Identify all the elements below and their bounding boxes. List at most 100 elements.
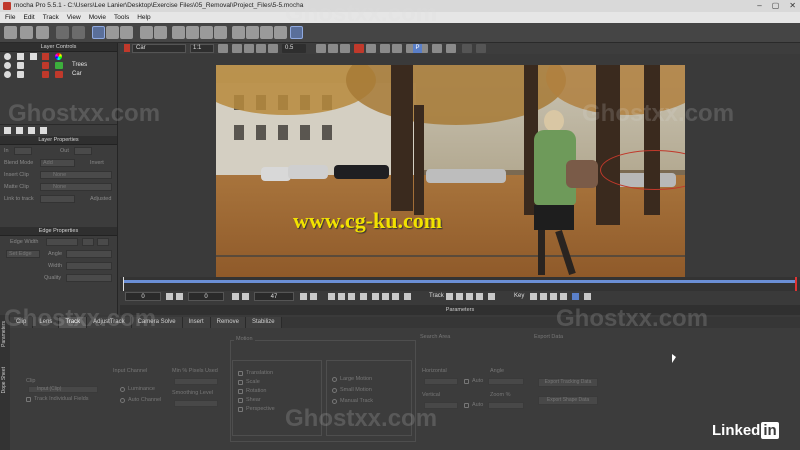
- next-key-icon[interactable]: [560, 293, 567, 300]
- track-view-icon[interactable]: [380, 44, 390, 53]
- out-point-marker[interactable]: [795, 277, 797, 291]
- fit-view-icon[interactable]: [218, 44, 228, 53]
- rectangle-spline-icon[interactable]: [260, 26, 273, 39]
- out-field[interactable]: [74, 147, 92, 155]
- perspective-checkbox[interactable]: [238, 407, 243, 412]
- eye-icon[interactable]: [4, 71, 11, 78]
- track-step-forward-icon[interactable]: [466, 293, 473, 300]
- layer-row-trees[interactable]: Trees: [0, 61, 117, 70]
- first-frame-icon[interactable]: [328, 293, 335, 300]
- track-forward-icon[interactable]: [476, 293, 483, 300]
- horizontal-field[interactable]: [424, 378, 458, 385]
- menu-movie[interactable]: Movie: [89, 12, 106, 23]
- grid-red-icon[interactable]: [354, 44, 364, 53]
- horizontal-auto-checkbox[interactable]: [464, 379, 469, 384]
- freehand-spline-icon[interactable]: [246, 26, 259, 39]
- set-in-icon[interactable]: [166, 293, 173, 300]
- step-back-icon[interactable]: [348, 293, 355, 300]
- tab-remove[interactable]: Remove: [210, 317, 246, 328]
- auto-channel-radio[interactable]: [120, 398, 125, 403]
- stop-icon[interactable]: [360, 293, 367, 300]
- track-range-icon[interactable]: [488, 293, 495, 300]
- angle-field[interactable]: [66, 250, 112, 258]
- snap-icon[interactable]: [300, 293, 307, 300]
- prev-key-icon[interactable]: [530, 293, 537, 300]
- trace-icon[interactable]: [392, 44, 402, 53]
- save-project-icon[interactable]: [36, 26, 49, 39]
- layer-color-swatch[interactable]: [55, 71, 63, 78]
- matte-clip-select[interactable]: None: [40, 183, 112, 191]
- magnetic-spline-icon[interactable]: [232, 26, 245, 39]
- add-key-icon[interactable]: [540, 293, 547, 300]
- timeline-range-bar[interactable]: [123, 280, 797, 283]
- layer-color-swatch[interactable]: [55, 62, 63, 69]
- create-xspline-icon[interactable]: [172, 26, 185, 39]
- select-all-tool-icon[interactable]: [120, 26, 133, 39]
- angle-field[interactable]: [488, 378, 524, 385]
- zoom-select[interactable]: 1:1: [190, 44, 214, 53]
- rotation-checkbox[interactable]: [238, 389, 243, 394]
- in-field[interactable]: [14, 147, 32, 155]
- small-motion-radio[interactable]: [332, 388, 337, 393]
- opacity-field[interactable]: 0.5: [282, 44, 306, 53]
- last-frame-icon[interactable]: [392, 293, 399, 300]
- hand-tool-icon[interactable]: [140, 26, 153, 39]
- go-out-icon[interactable]: [242, 293, 249, 300]
- edge-width-field[interactable]: [46, 238, 78, 246]
- surface-icon[interactable]: [340, 44, 350, 53]
- lock-icon[interactable]: [42, 62, 49, 69]
- delete-layer-icon[interactable]: [40, 127, 47, 134]
- maximize-button[interactable]: ▢: [772, 0, 780, 12]
- dope-sheet-side-tab[interactable]: Dope Sheet: [1, 367, 9, 393]
- tab-stabilize[interactable]: Stabilize: [245, 317, 282, 328]
- menu-view[interactable]: View: [67, 12, 81, 23]
- loop-icon[interactable]: [404, 293, 411, 300]
- select-point-tool-icon[interactable]: [106, 26, 119, 39]
- show-splines-icon[interactable]: [256, 44, 266, 53]
- scale-checkbox[interactable]: [238, 380, 243, 385]
- color-swatch-icon[interactable]: [462, 44, 472, 53]
- go-in-icon[interactable]: [176, 293, 183, 300]
- clip-viewer[interactable]: www.cg-ku.com: [216, 65, 685, 277]
- add-xspline-icon[interactable]: [186, 26, 199, 39]
- new-project-icon[interactable]: [4, 26, 17, 39]
- set-edge-button[interactable]: Set Edge: [6, 250, 40, 258]
- luminance-radio[interactable]: [120, 387, 125, 392]
- gear-icon[interactable]: [17, 53, 24, 60]
- gear-icon[interactable]: [17, 71, 24, 78]
- menu-help[interactable]: Help: [137, 12, 150, 23]
- layer-row-car[interactable]: Car: [0, 70, 117, 79]
- minimize-button[interactable]: –: [757, 0, 761, 12]
- smoothing-field[interactable]: [174, 400, 218, 407]
- gear-icon[interactable]: [17, 62, 24, 69]
- track-fields-checkbox[interactable]: [26, 397, 31, 402]
- translation-checkbox[interactable]: [238, 371, 243, 376]
- undo-icon[interactable]: [56, 26, 69, 39]
- layer-select[interactable]: Car: [132, 44, 186, 53]
- manual-track-radio[interactable]: [332, 399, 337, 404]
- zoom-tool-icon[interactable]: [154, 26, 167, 39]
- stabilize-view-icon[interactable]: [328, 44, 338, 53]
- quality-field[interactable]: [66, 274, 112, 282]
- group-layer-icon[interactable]: [28, 127, 35, 134]
- link-to-track-select[interactable]: [40, 195, 75, 203]
- planar-grid-icon[interactable]: [366, 44, 376, 53]
- menu-file[interactable]: File: [5, 12, 15, 23]
- eye-icon[interactable]: [4, 62, 11, 69]
- track-step-back-icon[interactable]: [456, 293, 463, 300]
- select-tool-icon[interactable]: [92, 26, 105, 39]
- menu-track[interactable]: Track: [43, 12, 59, 23]
- open-project-icon[interactable]: [20, 26, 33, 39]
- duplicate-layer-icon[interactable]: [16, 127, 23, 134]
- current-frame-field[interactable]: 47: [254, 292, 294, 301]
- delete-key-icon[interactable]: [550, 293, 557, 300]
- menu-edit[interactable]: Edit: [23, 12, 34, 23]
- clip-select[interactable]: Input (Clip): [28, 386, 98, 393]
- lock-icon[interactable]: [42, 71, 49, 78]
- tab-insert[interactable]: Insert: [182, 317, 211, 328]
- channel-swatch-icon[interactable]: [476, 44, 486, 53]
- step-forward-icon[interactable]: [372, 293, 379, 300]
- playhead[interactable]: [123, 277, 124, 291]
- edge-width-dec[interactable]: [97, 238, 109, 246]
- start-frame-field[interactable]: 0: [125, 292, 161, 301]
